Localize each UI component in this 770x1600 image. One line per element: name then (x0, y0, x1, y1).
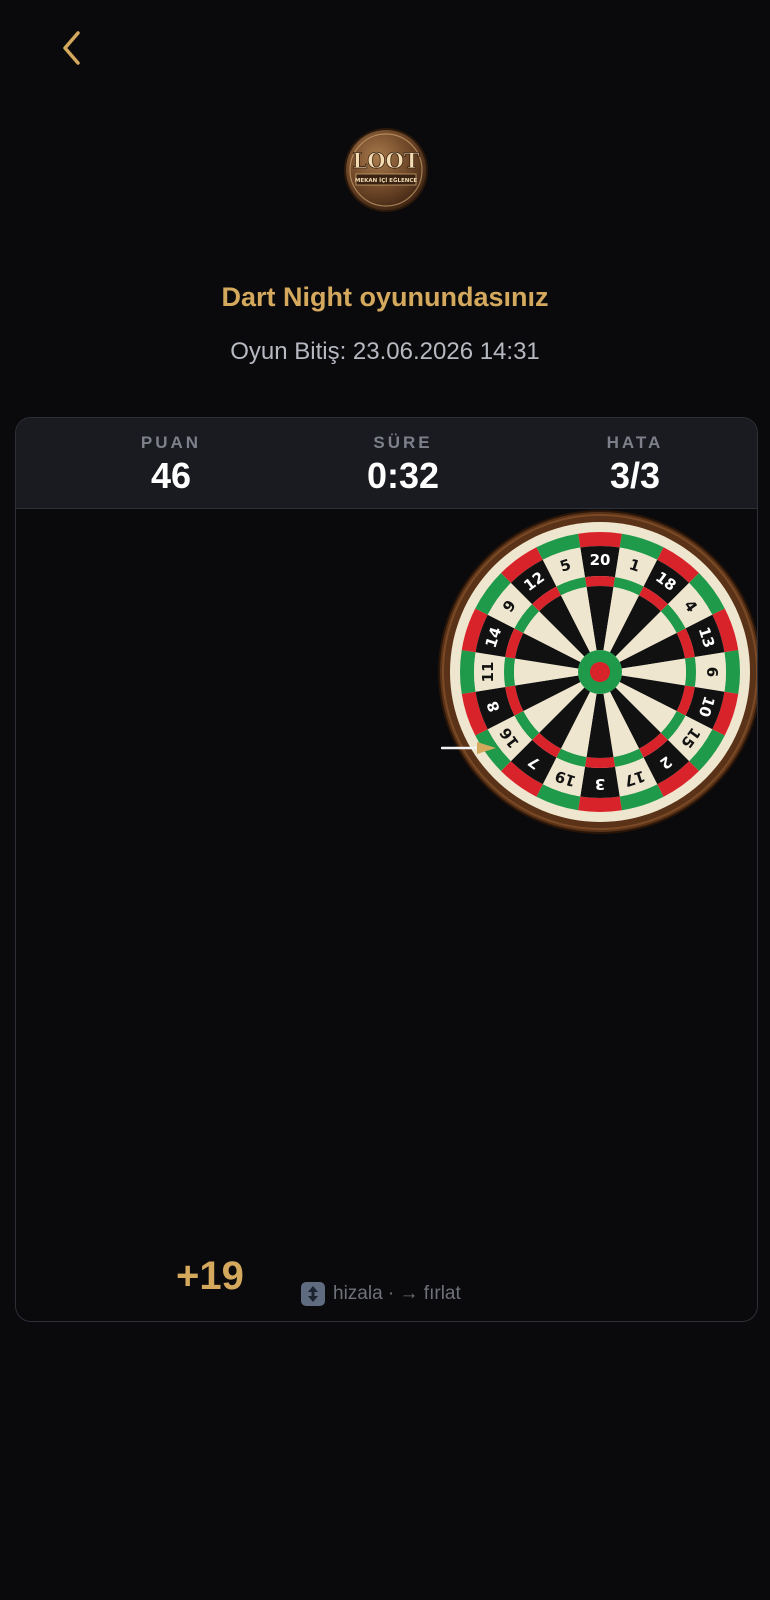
loot-logo: LOOT MEKAN İÇİ EĞLENCE (344, 128, 428, 212)
double-segment (460, 650, 476, 694)
board-number: 20 (590, 551, 611, 569)
dart (441, 742, 496, 754)
time-value: 0:32 (366, 455, 440, 496)
game-end-time: Oyun Bitiş: 23.06.2026 14:31 (230, 338, 540, 365)
board-number: 11 (479, 662, 497, 683)
stats-bar: PUAN 46 SÜRE 0:32 HATA 3/3 (16, 418, 757, 509)
up-down-arrows-icon (301, 1282, 325, 1306)
miss-label: HATA (606, 433, 664, 452)
hint-text: hizala · → fırlat (333, 1283, 461, 1304)
controls-hint: hizala · → fırlat (301, 1282, 461, 1306)
miss-value: 3/3 (609, 455, 661, 496)
dartboard[interactable]: 20 11841361015217319716811149125 (437, 509, 758, 835)
bullseye (590, 662, 610, 682)
time-stat: SÜRE 0:32 (303, 418, 503, 497)
score-popup: +19 (176, 1254, 244, 1298)
svg-text:LOOT: LOOT (353, 148, 420, 173)
score-value: 46 (150, 455, 192, 496)
treble-segment (584, 756, 616, 768)
miss-stat: HATA 3/3 (535, 418, 735, 497)
double-segment (578, 532, 622, 548)
board-number: 3 (595, 775, 605, 793)
back-button[interactable] (46, 22, 98, 74)
double-segment (578, 796, 622, 812)
svg-text:MEKAN İÇİ EĞLENCE: MEKAN İÇİ EĞLENCE (355, 177, 417, 184)
treble-segment (684, 656, 696, 688)
game-area[interactable]: PUAN 46 SÜRE 0:32 HATA 3/3 20 1 18 4 13 6 10 15… (15, 417, 758, 1322)
chevron-left-icon (63, 31, 80, 65)
double-segment (724, 650, 740, 694)
score-stat: PUAN 46 (71, 418, 271, 497)
board-number: 6 (703, 667, 721, 677)
treble-segment (584, 576, 616, 588)
score-label: PUAN (140, 433, 202, 452)
time-label: SÜRE (373, 433, 433, 452)
treble-segment (504, 656, 516, 688)
page-title: Dart Night oyunundasınız (221, 282, 549, 312)
